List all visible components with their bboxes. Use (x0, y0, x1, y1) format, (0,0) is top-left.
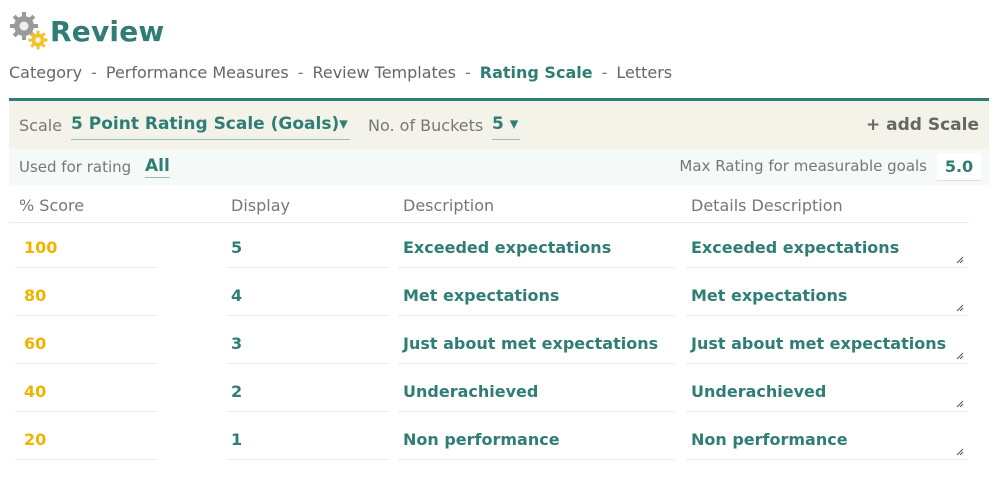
resize-handle-icon[interactable] (956, 256, 964, 264)
details-description-textarea[interactable]: Non performance (686, 420, 968, 460)
score-input[interactable]: 80 (15, 276, 158, 316)
buckets-label: No. of Buckets (368, 116, 484, 135)
breadcrumb-nav: Category - Performance Measures - Review… (9, 63, 672, 82)
nav-separator: - (297, 63, 304, 82)
app-header: Review (9, 10, 164, 52)
column-header-description: Description (403, 196, 495, 215)
max-rating-input[interactable]: 5.0 (937, 153, 981, 181)
usage-bar: Used for rating All Max Rating for measu… (9, 149, 989, 185)
score-input[interactable]: 40 (15, 372, 158, 412)
resize-handle-icon[interactable] (956, 448, 964, 456)
nav-separator: - (601, 63, 608, 82)
scale-label: Scale (19, 116, 63, 135)
add-scale-button[interactable]: + add Scale (866, 115, 979, 135)
used-for-rating-dropdown[interactable]: All (145, 156, 170, 178)
buckets-dropdown[interactable]: 5 ▾ (492, 114, 520, 140)
table-row: 60 3 Just about met expectations Just ab… (0, 324, 993, 372)
column-header-display: Display (231, 196, 290, 215)
resize-handle-icon[interactable] (956, 304, 964, 312)
display-input[interactable]: 4 (226, 276, 390, 316)
nav-item-rating-scale[interactable]: Rating Scale (480, 63, 593, 82)
display-input[interactable]: 2 (226, 372, 390, 412)
details-description-textarea[interactable]: Met expectations (686, 276, 968, 316)
nav-item-category[interactable]: Category (9, 63, 82, 82)
display-input[interactable]: 5 (226, 228, 390, 268)
details-text: Underachieved (691, 382, 827, 401)
nav-item-letters[interactable]: Letters (616, 63, 672, 82)
details-description-textarea[interactable]: Just about met expectations (686, 324, 968, 364)
display-input[interactable]: 1 (226, 420, 390, 460)
scale-toolbar: Scale 5 Point Rating Scale (Goals)▾ No. … (9, 101, 989, 149)
description-input[interactable]: Exceeded expectations (398, 228, 675, 268)
table-row: 100 5 Exceeded expectations Exceeded exp… (0, 228, 993, 276)
nav-item-review-templates[interactable]: Review Templates (312, 63, 456, 82)
score-input[interactable]: 20 (15, 420, 158, 460)
nav-item-performance-measures[interactable]: Performance Measures (106, 63, 289, 82)
max-rating-label: Max Rating for measurable goals (679, 157, 927, 175)
resize-handle-icon[interactable] (956, 352, 964, 360)
gears-icon (9, 11, 49, 51)
description-input[interactable]: Met expectations (398, 276, 675, 316)
details-description-textarea[interactable]: Underachieved (686, 372, 968, 412)
table-row: 80 4 Met expectations Met expectations (0, 276, 993, 324)
details-text: Exceeded expectations (691, 238, 900, 257)
scale-dropdown[interactable]: 5 Point Rating Scale (Goals)▾ (71, 114, 350, 140)
description-input[interactable]: Underachieved (398, 372, 675, 412)
header-divider (9, 222, 969, 223)
details-text: Met expectations (691, 286, 848, 305)
details-description-textarea[interactable]: Exceeded expectations (686, 228, 968, 268)
column-header-score: % Score (19, 196, 85, 215)
column-header-details-description: Details Description (691, 196, 843, 215)
display-input[interactable]: 3 (226, 324, 390, 364)
score-input[interactable]: 60 (15, 324, 158, 364)
resize-handle-icon[interactable] (956, 400, 964, 408)
table-row: 20 1 Non performance Non performance (0, 420, 993, 468)
score-input[interactable]: 100 (15, 228, 158, 268)
details-text: Non performance (691, 430, 848, 449)
nav-separator: - (464, 63, 471, 82)
details-text: Just about met expectations (691, 334, 947, 353)
page-title: Review (50, 14, 165, 48)
used-for-rating-label: Used for rating (19, 158, 132, 176)
description-input[interactable]: Just about met expectations (398, 324, 675, 364)
table-row: 40 2 Underachieved Underachieved (0, 372, 993, 420)
nav-separator: - (91, 63, 97, 82)
description-input[interactable]: Non performance (398, 420, 675, 460)
